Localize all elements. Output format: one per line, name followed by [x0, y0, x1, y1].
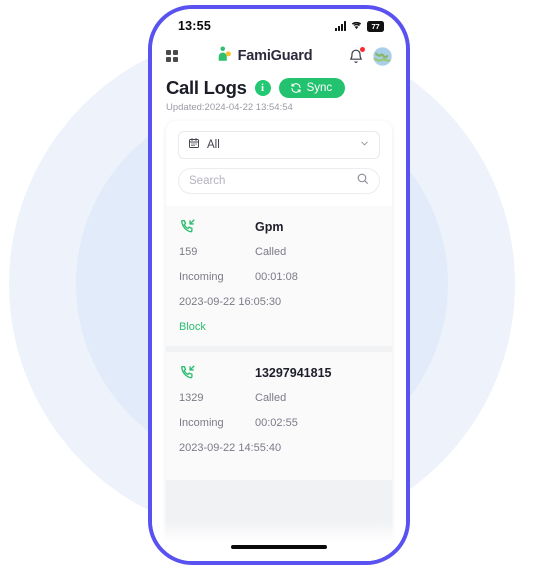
header-actions: [348, 46, 392, 66]
record-name: Gpm: [255, 219, 284, 234]
record-number-row: 159 Called: [179, 246, 379, 258]
info-icon[interactable]: i: [254, 80, 271, 96]
calendar-icon: [188, 136, 200, 154]
brand-name: FamiGuard: [237, 48, 313, 64]
search-box[interactable]: [178, 168, 380, 194]
grid-menu-icon[interactable]: [166, 50, 178, 62]
notification-badge: [359, 46, 365, 52]
record-header: 13297941815: [179, 364, 379, 381]
status-bar: 13:55 77: [152, 9, 406, 39]
sync-button[interactable]: Sync: [278, 78, 346, 98]
user-avatar-icon[interactable]: [373, 46, 392, 66]
record-status: Called: [255, 392, 287, 404]
signal-bars-icon: [335, 21, 346, 31]
record-number: 159: [179, 246, 198, 258]
sync-label: Sync: [306, 82, 333, 94]
call-records-list: Gpm 159 Called Incoming 00:01:08 2023-09…: [166, 206, 392, 561]
record-number-row: 1329 Called: [179, 392, 379, 404]
page-title-row: Call Logs i Sync: [152, 73, 406, 99]
date-filter-select[interactable]: All: [178, 131, 380, 159]
phone-screen: 13:55 77 FamiGuard Call Logs i Sync Upda…: [152, 9, 406, 561]
record-number: 1329: [179, 392, 204, 404]
record-direction: Incoming: [179, 271, 224, 283]
incoming-call-icon: [179, 364, 255, 381]
table-row[interactable]: 13297941815 1329 Called Incoming 00:02:5…: [166, 352, 392, 480]
filters: All: [166, 121, 392, 206]
brand: FamiGuard: [180, 45, 348, 68]
block-button[interactable]: Block: [179, 321, 379, 333]
record-name: 13297941815: [255, 365, 332, 380]
record-status: Called: [255, 246, 287, 258]
record-datetime: 2023-09-22 14:55:40: [179, 442, 282, 454]
battery-icon: 77: [367, 20, 384, 32]
famiguard-logo-icon: [216, 45, 234, 68]
date-filter-label: All: [207, 139, 220, 151]
record-direction: Incoming: [179, 417, 224, 429]
record-datetime: 2023-09-22 16:05:30: [179, 296, 282, 308]
status-time: 13:55: [178, 19, 211, 33]
record-direction-row: Incoming 00:01:08: [179, 271, 379, 283]
notification-bell-icon[interactable]: [348, 46, 365, 65]
call-logs-card: All Search Gpm 159 Called Incoming 00:01…: [166, 121, 392, 561]
record-duration: 00:02:55: [255, 417, 298, 429]
record-duration: 00:01:08: [255, 271, 298, 283]
page-title: Call Logs: [166, 77, 247, 98]
app-header: FamiGuard: [152, 39, 406, 73]
updated-timestamp: Updated:2024-04-22 13:54:54: [166, 102, 293, 113]
incoming-call-icon: [179, 218, 255, 235]
home-indicator[interactable]: [231, 544, 327, 549]
table-row[interactable]: Gpm 159 Called Incoming 00:01:08 2023-09…: [166, 206, 392, 346]
record-header: Gpm: [179, 218, 379, 235]
search-input[interactable]: [189, 175, 356, 187]
content-area: All Search Gpm 159 Called Incoming 00:01…: [152, 113, 406, 561]
wifi-icon: [350, 17, 363, 35]
chevron-down-icon: [359, 136, 370, 154]
record-direction-row: Incoming 00:02:55: [179, 417, 379, 429]
status-icons: 77: [335, 17, 384, 35]
phone-frame: 13:55 77 FamiGuard Call Logs i Sync Upda…: [148, 5, 410, 565]
search-icon[interactable]: [356, 172, 369, 190]
refresh-icon: [291, 83, 301, 93]
